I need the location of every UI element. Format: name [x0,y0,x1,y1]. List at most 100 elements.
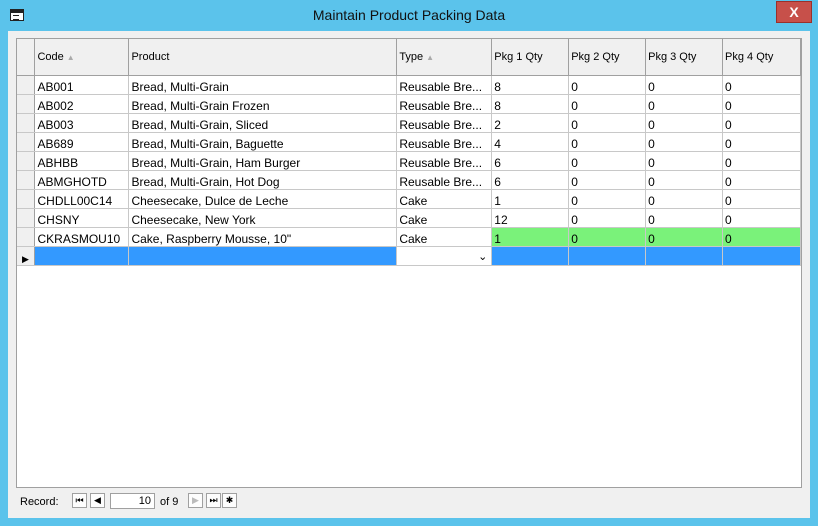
product-cell[interactable]: Bread, Multi-Grain Frozen [128,94,398,114]
column-header-pkg3-qty[interactable]: Pkg 3 Qty [645,39,724,76]
pkg3-qty-cell[interactable] [645,246,724,266]
column-header-product[interactable]: Product [128,39,398,76]
pkg1-qty-cell[interactable]: 2 [491,113,570,133]
product-cell[interactable]: Bread, Multi-Grain, Sliced [128,113,398,133]
pkg1-qty-cell[interactable]: 6 [491,170,570,190]
type-cell[interactable]: Reusable Bre... [396,170,493,190]
column-header-pkg4-qty[interactable]: Pkg 4 Qty [722,39,801,76]
close-button[interactable]: X [776,1,812,23]
pkg2-qty-cell[interactable]: 0 [568,132,647,152]
type-cell[interactable]: Cake [396,227,493,247]
row-selector[interactable] [17,170,36,190]
row-selector-current[interactable]: ▶ [17,246,36,266]
pkg1-qty-cell[interactable]: 6 [491,151,570,171]
type-cell[interactable]: Reusable Bre... [396,132,493,152]
current-record-input[interactable]: 10 [110,493,155,509]
code-cell[interactable]: ABMGHOTD [34,170,130,190]
type-cell[interactable]: Reusable Bre... [396,75,493,95]
last-record-icon[interactable]: ⏭ [206,493,221,508]
column-header-type[interactable]: Type ▲ [396,39,493,76]
pkg4-qty-cell[interactable] [722,246,801,266]
code-cell[interactable]: AB002 [34,94,130,114]
code-cell[interactable]: AB001 [34,75,130,95]
table-row[interactable]: AB002 Bread, Multi-Grain Frozen Reusable… [17,94,801,114]
row-selector[interactable] [17,75,36,95]
pkg1-qty-cell[interactable]: 1 [491,189,570,209]
pkg1-qty-cell[interactable]: 1 [491,227,570,247]
pkg2-qty-cell[interactable]: 0 [568,189,647,209]
code-cell[interactable]: CHDLL00C14 [34,189,130,209]
product-cell[interactable]: Bread, Multi-Grain, Ham Burger [128,151,398,171]
pkg2-qty-cell[interactable]: 0 [568,227,647,247]
pkg4-qty-cell[interactable]: 0 [722,113,801,133]
code-cell[interactable]: ABHBB [34,151,130,171]
previous-record-icon[interactable]: ◀ [90,493,105,508]
pkg1-qty-cell[interactable]: 4 [491,132,570,152]
pkg2-qty-cell[interactable]: 0 [568,208,647,228]
row-selector[interactable] [17,189,36,209]
pkg4-qty-cell[interactable]: 0 [722,132,801,152]
column-header-pkg1-qty[interactable]: Pkg 1 Qty [491,39,570,76]
pkg4-qty-cell[interactable]: 0 [722,94,801,114]
pkg2-qty-cell[interactable]: 0 [568,75,647,95]
pkg3-qty-cell[interactable]: 0 [645,227,724,247]
pkg4-qty-cell[interactable]: 0 [722,170,801,190]
table-row[interactable]: AB003 Bread, Multi-Grain, Sliced Reusabl… [17,113,801,133]
product-cell[interactable]: Bread, Multi-Grain [128,75,398,95]
type-cell[interactable]: Reusable Bre... [396,113,493,133]
row-selector[interactable] [17,151,36,171]
type-combobox[interactable]: ⌄ [396,246,493,266]
table-row-highlighted[interactable]: CKRASMOU10 Cake, Raspberry Mousse, 10" C… [17,227,801,247]
pkg2-qty-cell[interactable]: 0 [568,151,647,171]
code-cell[interactable]: AB003 [34,113,130,133]
row-selector[interactable] [17,132,36,152]
product-cell[interactable]: Bread, Multi-Grain, Hot Dog [128,170,398,190]
row-selector[interactable] [17,113,36,133]
pkg1-qty-cell[interactable]: 12 [491,208,570,228]
pkg1-qty-cell[interactable] [491,246,570,266]
table-row[interactable]: AB001 Bread, Multi-Grain Reusable Bre...… [17,75,801,95]
pkg3-qty-cell[interactable]: 0 [645,113,724,133]
select-all-header[interactable] [17,39,36,76]
table-row[interactable]: CHDLL00C14 Cheesecake, Dulce de Leche Ca… [17,189,801,209]
pkg2-qty-cell[interactable]: 0 [568,113,647,133]
product-cell[interactable]: Cheesecake, New York [128,208,398,228]
code-cell[interactable] [34,246,130,266]
type-cell[interactable]: Cake [396,189,493,209]
code-cell[interactable]: CHSNY [34,208,130,228]
code-cell[interactable]: CKRASMOU10 [34,227,130,247]
product-cell[interactable]: Cake, Raspberry Mousse, 10" [128,227,398,247]
product-cell[interactable]: Bread, Multi-Grain, Baguette [128,132,398,152]
type-cell[interactable]: Reusable Bre... [396,94,493,114]
pkg3-qty-cell[interactable]: 0 [645,94,724,114]
pkg4-qty-cell[interactable]: 0 [722,208,801,228]
new-record-icon[interactable]: ✱ [222,493,237,508]
pkg3-qty-cell[interactable]: 0 [645,132,724,152]
table-row[interactable]: ABHBB Bread, Multi-Grain, Ham Burger Reu… [17,151,801,171]
column-header-code[interactable]: Code ▲ [34,39,130,76]
pkg2-qty-cell[interactable]: 0 [568,170,647,190]
pkg1-qty-cell[interactable]: 8 [491,75,570,95]
product-cell[interactable] [128,246,398,266]
type-cell[interactable]: Reusable Bre... [396,151,493,171]
pkg4-qty-cell[interactable]: 0 [722,189,801,209]
pkg3-qty-cell[interactable]: 0 [645,189,724,209]
pkg3-qty-cell[interactable]: 0 [645,151,724,171]
pkg3-qty-cell[interactable]: 0 [645,75,724,95]
pkg3-qty-cell[interactable]: 0 [645,208,724,228]
column-header-pkg2-qty[interactable]: Pkg 2 Qty [568,39,647,76]
row-selector[interactable] [17,94,36,114]
pkg2-qty-cell[interactable]: 0 [568,94,647,114]
pkg4-qty-cell[interactable]: 0 [722,75,801,95]
table-row[interactable]: CHSNY Cheesecake, New York Cake 12 0 0 0 [17,208,801,228]
pkg3-qty-cell[interactable]: 0 [645,170,724,190]
type-cell[interactable]: Cake [396,208,493,228]
pkg2-qty-cell[interactable] [568,246,647,266]
row-selector[interactable] [17,208,36,228]
pkg1-qty-cell[interactable]: 8 [491,94,570,114]
row-selector[interactable] [17,227,36,247]
next-record-icon[interactable]: ▶ [188,493,203,508]
table-row[interactable]: ABMGHOTD Bread, Multi-Grain, Hot Dog Reu… [17,170,801,190]
product-cell[interactable]: Cheesecake, Dulce de Leche [128,189,398,209]
new-record-row[interactable]: ▶ ⌄ [17,246,801,266]
